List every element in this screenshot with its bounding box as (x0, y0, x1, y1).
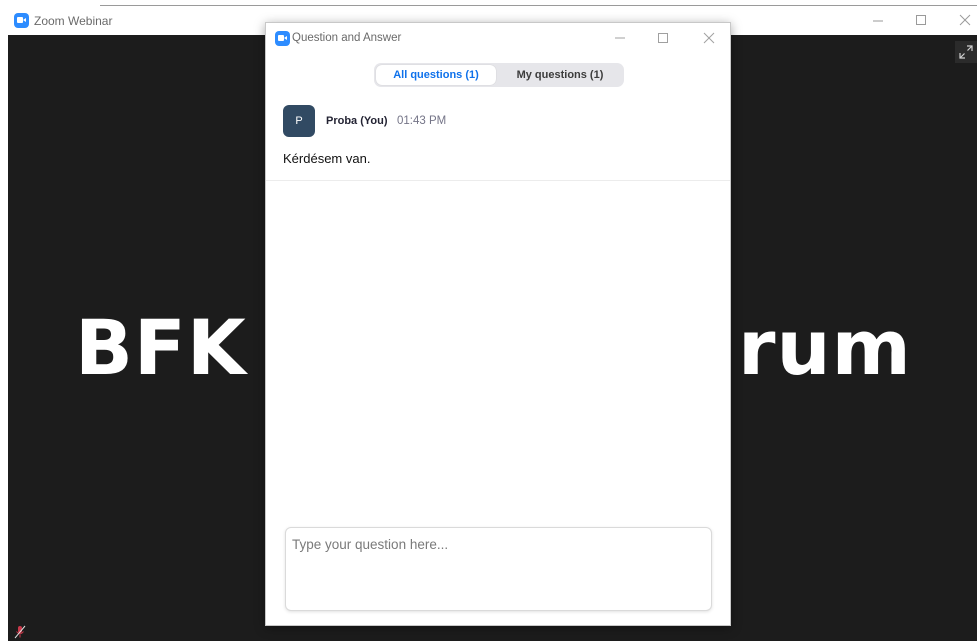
minimize-icon (615, 37, 625, 39)
avatar: P (283, 105, 315, 137)
muted-mic-icon[interactable] (14, 625, 26, 639)
main-minimize-button[interactable] (868, 12, 888, 28)
main-close-button[interactable] (955, 12, 975, 28)
slide-text-left: BFK (75, 303, 247, 392)
tab-all-questions[interactable]: All questions (1) (376, 65, 496, 85)
question-time: 01:43 PM (397, 115, 447, 127)
qa-maximize-button[interactable] (653, 30, 673, 46)
close-icon (703, 32, 715, 44)
maximize-icon (916, 15, 926, 25)
question-input[interactable] (286, 528, 711, 610)
main-window-title: Zoom Webinar (34, 14, 113, 28)
question-and-answer-window: Question and Answer All questions (1) My… (265, 22, 731, 626)
expand-arrows-icon (959, 45, 973, 59)
question-input-box (285, 527, 712, 611)
question-author: Proba (You) (326, 115, 388, 127)
qa-title-bar[interactable]: Question and Answer (266, 23, 730, 53)
question-item: P Proba (You) 01:43 PM Kérdésem van. (266, 103, 730, 181)
minimize-icon (873, 20, 883, 22)
zoom-app-icon (275, 31, 290, 46)
maximize-icon (658, 33, 668, 43)
tab-my-questions[interactable]: My questions (1) (500, 65, 620, 85)
qa-close-button[interactable] (699, 30, 719, 46)
close-icon (959, 14, 971, 26)
zoom-app-icon (14, 13, 29, 28)
qa-minimize-button[interactable] (610, 30, 630, 46)
qa-window-title: Question and Answer (292, 32, 402, 44)
main-maximize-button[interactable] (911, 12, 931, 28)
qa-tab-switcher: All questions (1) My questions (1) (374, 63, 624, 87)
slide-text-right: rum (738, 303, 912, 392)
fullscreen-button[interactable] (955, 41, 977, 63)
question-text: Kérdésem van. (283, 151, 371, 166)
